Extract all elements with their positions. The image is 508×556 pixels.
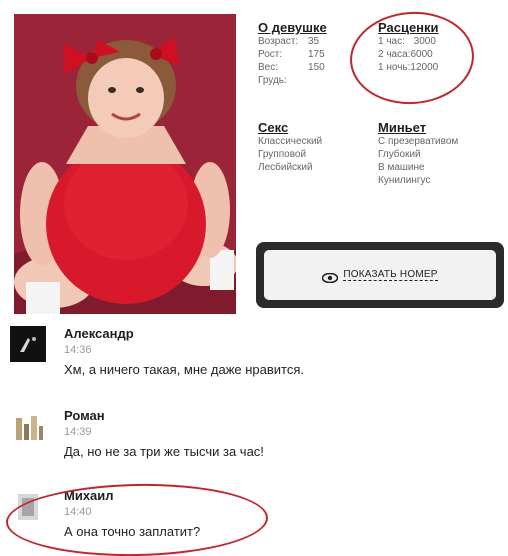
price-row: 1 час: 3000 (378, 35, 498, 48)
prices-section: Расценки 1 час: 3000 2 часа:6000 1 ночь:… (378, 20, 498, 74)
price-value: 12000 (410, 62, 439, 73)
profile-photo[interactable] (14, 14, 236, 314)
about-value: 150 (308, 62, 325, 73)
sex-section: Секс Классический Групповой Лесбийский (258, 120, 368, 174)
about-label: Вес: (258, 62, 279, 73)
price-row: 1 ночь:12000 (378, 61, 498, 74)
show-number-label: ПОКАЗАТЬ НОМЕР (343, 269, 438, 281)
oral-title: Миньет (378, 120, 427, 135)
price-row: 2 часа:6000 (378, 48, 498, 61)
price-label: 2 часа: (378, 49, 411, 60)
comments-list: Александр 14:36 Хм, а ничего такая, мне … (0, 318, 508, 556)
about-row-height: Рост: 175 (258, 48, 358, 61)
oral-section: Миньет С презервативом Глубокий В машине… (378, 120, 502, 187)
about-value: 175 (308, 49, 325, 60)
about-row-age: Возраст: 35 (258, 35, 358, 48)
price-value: 3000 (413, 36, 436, 47)
eye-icon (322, 270, 339, 284)
sex-title: Секс (258, 120, 289, 135)
sex-item: Групповой (258, 149, 307, 160)
show-number-button[interactable]: ПОКАЗАТЬ НОМЕР (264, 250, 496, 300)
sex-item: Классический (258, 136, 323, 147)
oral-item: В машине (378, 162, 425, 173)
about-label: Рост: (258, 49, 283, 60)
show-number-frame: ПОКАЗАТЬ НОМЕР (256, 242, 504, 308)
about-section: О девушке Возраст: 35 Рост: 175 Вес: 150 Гр… (258, 20, 358, 87)
oral-item: Глубокий (378, 149, 421, 160)
comment-text: Да, но не за три же тысчи за час! (64, 444, 264, 459)
about-label: Возраст: (258, 36, 299, 47)
comment-text: Хм, а ничего такая, мне даже нравится. (64, 362, 304, 377)
price-label: 1 ночь: (378, 62, 411, 73)
about-title: О девушке (258, 20, 327, 35)
price-label: 1 час: (378, 36, 405, 47)
about-row-bust: Грудь: (258, 74, 358, 87)
avatar[interactable] (10, 326, 46, 362)
sex-item: Лесбийский (258, 162, 313, 173)
comment-time: 14:36 (64, 344, 92, 356)
comment-author[interactable]: Александр (64, 326, 134, 341)
prices-title: Расценки (378, 20, 439, 35)
profile-card: О девушке Возраст: 35 Рост: 175 Вес: 150 Гр… (0, 0, 508, 318)
about-label: Грудь: (258, 75, 287, 86)
comment-time: 14:39 (64, 426, 92, 438)
about-row-weight: Вес: 150 (258, 61, 358, 74)
comment-author[interactable]: Роман (64, 408, 105, 423)
avatar[interactable] (10, 408, 46, 444)
oral-item: Кунилингус (378, 175, 431, 186)
oral-item: С презервативом (378, 136, 459, 147)
about-value: 35 (308, 36, 320, 47)
price-value: 6000 (410, 49, 433, 60)
